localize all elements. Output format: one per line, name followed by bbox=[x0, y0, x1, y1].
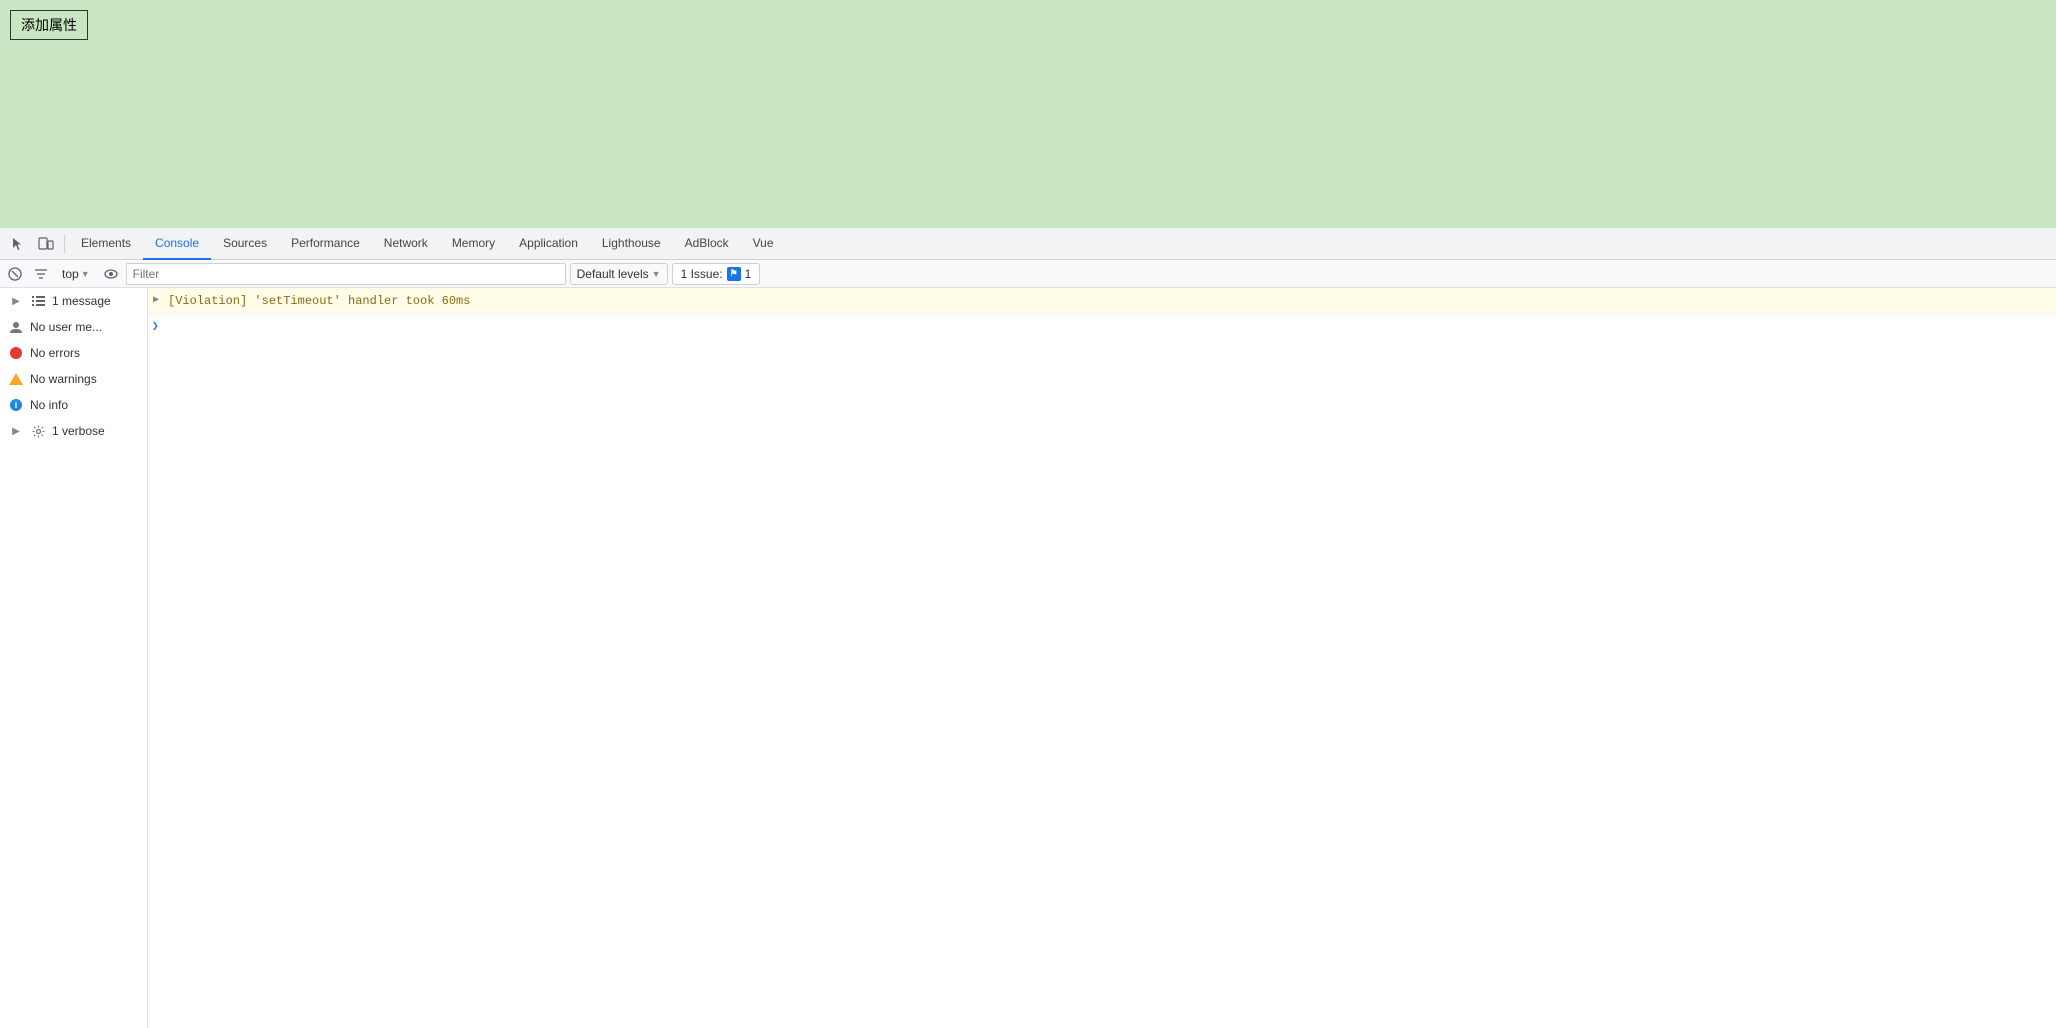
tab-memory[interactable]: Memory bbox=[440, 228, 507, 260]
eye-icon[interactable] bbox=[100, 263, 122, 285]
expand-arrow-icon: ▶ bbox=[8, 426, 24, 437]
page-content-area: 添加属性 bbox=[0, 0, 2056, 228]
tab-network[interactable]: Network bbox=[372, 228, 440, 260]
tab-console[interactable]: Console bbox=[143, 228, 211, 260]
sidebar-item-label: No info bbox=[30, 398, 68, 412]
filter-icon[interactable] bbox=[30, 263, 52, 285]
add-attribute-button[interactable]: 添加属性 bbox=[10, 10, 88, 40]
devtools-panel: ElementsConsoleSourcesPerformanceNetwork… bbox=[0, 228, 2056, 1028]
device-toggle-icon[interactable] bbox=[32, 230, 60, 258]
dropdown-arrow-icon: ▼ bbox=[652, 269, 661, 279]
console-output: ▶ [Violation] 'setTimeout' handler took … bbox=[148, 288, 2056, 1028]
chevron-down-icon: ▼ bbox=[81, 269, 90, 279]
tab-sources[interactable]: Sources bbox=[211, 228, 279, 260]
sidebar-item-verbose[interactable]: ▶ 1 verbose bbox=[0, 418, 147, 444]
clear-console-button[interactable] bbox=[4, 263, 26, 285]
info-icon bbox=[8, 397, 24, 413]
console-message-text: [Violation] 'setTimeout' handler took 60… bbox=[164, 292, 2052, 310]
tab-vue[interactable]: Vue bbox=[741, 228, 786, 260]
console-toolbar: top ▼ Default levels ▼ 1 Issue: ⚑ 1 bbox=[0, 260, 2056, 288]
sidebar-item-label: 1 message bbox=[52, 294, 111, 308]
sidebar-item-label: No user me... bbox=[30, 320, 102, 334]
inspect-element-icon[interactable] bbox=[4, 230, 32, 258]
tabs-list: ElementsConsoleSourcesPerformanceNetwork… bbox=[69, 228, 786, 260]
issues-badge[interactable]: 1 Issue: ⚑ 1 bbox=[672, 263, 761, 285]
sidebar-item-warnings[interactable]: No warnings bbox=[0, 366, 147, 392]
sidebar-item-user[interactable]: No user me... bbox=[0, 314, 147, 340]
sidebar-item-label: 1 verbose bbox=[52, 424, 105, 438]
console-main-area: ▶ 1 message bbox=[0, 288, 2056, 1028]
user-icon bbox=[8, 319, 24, 335]
context-label: top bbox=[62, 267, 79, 281]
sidebar-item-errors[interactable]: No errors bbox=[0, 340, 147, 366]
console-sidebar: ▶ 1 message bbox=[0, 288, 148, 1028]
tab-adblock[interactable]: AdBlock bbox=[673, 228, 741, 260]
issues-label: 1 Issue: bbox=[681, 267, 723, 281]
tab-elements[interactable]: Elements bbox=[69, 228, 143, 260]
list-icon bbox=[30, 293, 46, 309]
sidebar-item-label: No errors bbox=[30, 346, 80, 360]
sidebar-item-info[interactable]: No info bbox=[0, 392, 147, 418]
issue-icon: ⚑ bbox=[727, 267, 741, 281]
default-levels-button[interactable]: Default levels ▼ bbox=[570, 263, 668, 285]
console-prompt-arrow: ❯ bbox=[152, 319, 159, 333]
filter-input[interactable] bbox=[126, 263, 566, 285]
tab-separator bbox=[64, 235, 65, 253]
expand-arrow-icon: ▶ bbox=[8, 296, 24, 307]
issues-count: 1 bbox=[745, 267, 752, 281]
sidebar-item-messages[interactable]: ▶ 1 message bbox=[0, 288, 147, 314]
gear-icon bbox=[30, 423, 46, 439]
console-row: ▶ [Violation] 'setTimeout' handler took … bbox=[148, 288, 2056, 315]
error-icon bbox=[8, 345, 24, 361]
sidebar-item-label: No warnings bbox=[30, 372, 97, 386]
tab-application[interactable]: Application bbox=[507, 228, 590, 260]
context-selector[interactable]: top ▼ bbox=[56, 265, 96, 283]
tab-lighthouse[interactable]: Lighthouse bbox=[590, 228, 673, 260]
devtools-tab-bar: ElementsConsoleSourcesPerformanceNetwork… bbox=[0, 228, 2056, 260]
console-expand-arrow[interactable]: ▶ bbox=[148, 292, 164, 308]
default-levels-label: Default levels bbox=[577, 267, 649, 281]
warning-icon bbox=[8, 371, 24, 387]
console-prompt-row[interactable]: ❯ bbox=[148, 315, 2056, 337]
tab-performance[interactable]: Performance bbox=[279, 228, 372, 260]
